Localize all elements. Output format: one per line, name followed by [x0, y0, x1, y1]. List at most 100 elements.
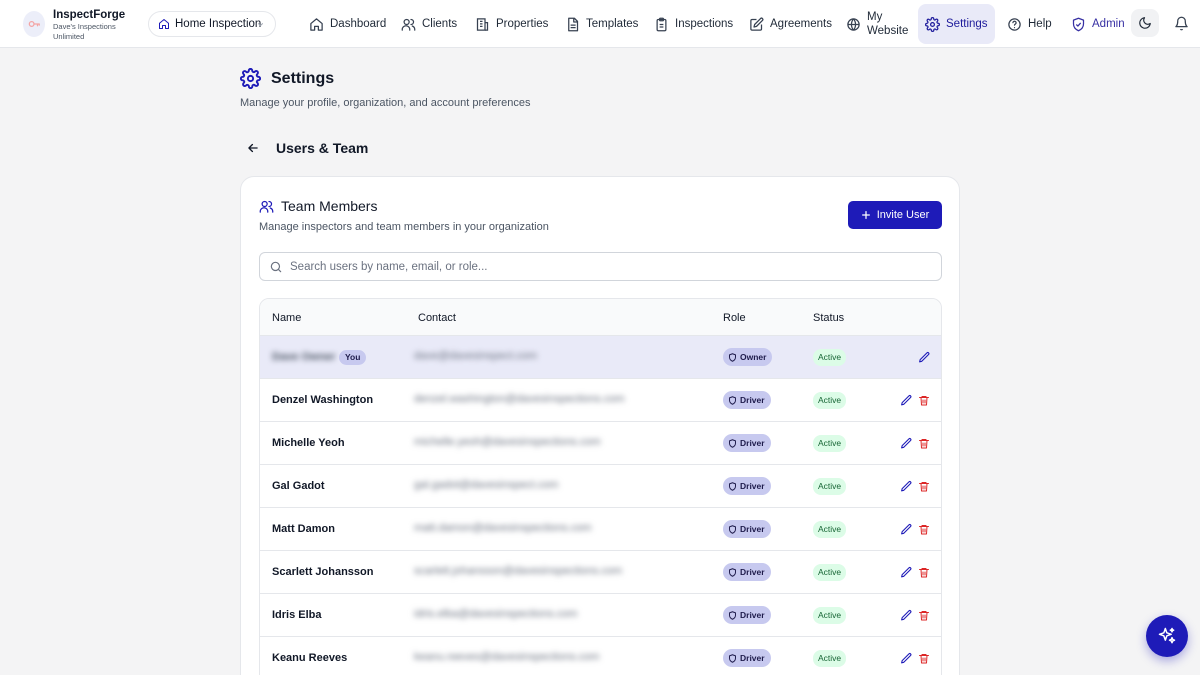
invite-user-button[interactable]: Invite User — [848, 201, 942, 229]
nav-my-website-label: My Website — [867, 11, 909, 37]
role-badge: Driver — [723, 520, 771, 538]
shield-icon — [729, 352, 736, 362]
shield-icon — [729, 653, 736, 663]
delete-button[interactable] — [917, 436, 931, 450]
card-subtitle: Manage inspectors and team members in yo… — [259, 221, 549, 233]
shield-icon — [729, 395, 736, 405]
nav-inspections-label: Inspections — [675, 18, 734, 30]
member-name: Matt Damon — [272, 523, 335, 535]
edit-button[interactable] — [899, 393, 913, 407]
nav-clients[interactable]: Clients — [394, 4, 464, 44]
trash-icon — [919, 610, 929, 620]
member-name: Gal Gadot — [272, 480, 325, 492]
clipboard-icon — [656, 17, 667, 31]
nav-inspections[interactable]: Inspections — [647, 4, 740, 44]
status-badge: Active — [813, 349, 847, 366]
role-label: Owner — [740, 352, 767, 362]
theme-toggle-button[interactable] — [1131, 9, 1159, 37]
card-title: Team Members — [281, 198, 378, 214]
pencil-icon — [900, 394, 911, 405]
role-label: Driver — [740, 524, 765, 534]
column-header-role: Role — [723, 312, 746, 324]
gear-icon — [240, 68, 261, 89]
status-badge: Active — [813, 435, 847, 452]
role-badge: Driver — [723, 563, 771, 581]
role-label: Driver — [740, 653, 765, 663]
shield-icon — [729, 610, 736, 620]
edit-button[interactable] — [899, 608, 913, 622]
nav-properties[interactable]: Properties — [468, 4, 555, 44]
help-circle-icon — [1008, 17, 1021, 31]
nav-templates[interactable]: Templates — [558, 4, 645, 44]
gear-icon — [925, 16, 940, 32]
notifications-button[interactable] — [1167, 9, 1195, 37]
edit-button[interactable] — [899, 565, 913, 579]
nav-settings-label: Settings — [946, 18, 988, 30]
org-name: Dave's Inspections Unlimited — [53, 22, 116, 41]
delete-button[interactable] — [917, 479, 931, 493]
delete-button[interactable] — [917, 651, 931, 665]
ai-assistant-button[interactable] — [1146, 615, 1188, 657]
pencil-icon — [918, 351, 929, 362]
home-icon — [310, 17, 323, 31]
edit-button[interactable] — [899, 522, 913, 536]
table-row: Dave Owner You dave@davesinspect.com Owner A… — [260, 336, 941, 379]
section-title: Users & Team — [276, 140, 369, 156]
nav-clients-label: Clients — [422, 18, 458, 30]
delete-button[interactable] — [917, 393, 931, 407]
status-badge: Active — [813, 392, 847, 409]
bell-icon — [1174, 16, 1188, 30]
edit-button[interactable] — [899, 479, 913, 493]
member-name: Dave Owner — [272, 351, 336, 363]
nav-help[interactable]: Help — [1000, 4, 1059, 44]
table-row: Idris Elba idris.elba@davesinspections.co… — [260, 594, 941, 637]
search-icon — [270, 261, 282, 272]
table-header: Name Contact Role Status — [260, 299, 941, 336]
role-label: Driver — [740, 481, 765, 491]
delete-button[interactable] — [917, 608, 931, 622]
role-label: Driver — [740, 567, 765, 577]
nav-my-website[interactable]: My Website — [839, 4, 915, 44]
column-header-contact: Contact — [418, 312, 456, 324]
table-row: Gal Gadot gal.gadot@davesinspect.com Drive… — [260, 465, 941, 508]
back-button[interactable] — [243, 138, 263, 158]
table-row: Michelle Yeoh michelle.yeoh@davesinspecti… — [260, 422, 941, 465]
role-label: Driver — [740, 438, 765, 448]
shield-icon — [729, 524, 736, 534]
status-badge: Active — [813, 521, 847, 538]
page-header: Settings — [240, 68, 334, 89]
pen-square-icon — [750, 17, 764, 31]
trash-icon — [919, 438, 929, 448]
workspace-select[interactable]: Home Inspection — [148, 11, 276, 37]
delete-button[interactable] — [917, 565, 931, 579]
edit-button[interactable] — [899, 436, 913, 450]
pencil-icon — [900, 523, 911, 534]
top-navigation: InspectForge Dave's Inspections Unlimite… — [0, 0, 1200, 48]
you-badge: You — [339, 350, 367, 365]
trash-icon — [919, 524, 929, 534]
building-icon — [476, 17, 489, 31]
team-members-card: Team Members Manage inspectors and team … — [240, 176, 960, 675]
member-name: Keanu Reeves — [272, 652, 348, 664]
edit-button[interactable] — [917, 350, 931, 364]
nav-admin-label: Admin — [1092, 18, 1125, 30]
logo-icon[interactable] — [23, 11, 45, 37]
nav-agreements[interactable]: Agreements — [742, 4, 839, 44]
delete-button[interactable] — [917, 522, 931, 536]
search-input[interactable] — [290, 260, 910, 273]
nav-settings[interactable]: Settings — [918, 4, 995, 44]
member-contact: michelle.yeoh@davesinspections.com — [414, 436, 601, 448]
nav-admin[interactable]: Admin — [1064, 4, 1132, 44]
role-badge: Owner — [723, 348, 773, 366]
member-contact: gal.gadot@davesinspect.com — [414, 479, 559, 491]
column-header-name: Name — [272, 312, 302, 324]
member-name: Michelle Yeoh — [272, 437, 345, 449]
nav-dashboard[interactable]: Dashboard — [302, 4, 393, 44]
members-table: Name Contact Role Status Dave Owner You da… — [259, 298, 942, 675]
trash-icon — [919, 653, 929, 663]
edit-button[interactable] — [899, 651, 913, 665]
member-contact: idris.elba@davesinspections.com — [414, 608, 578, 620]
nav-help-label: Help — [1028, 18, 1052, 30]
status-badge: Active — [813, 607, 847, 624]
moon-icon — [1139, 17, 1151, 29]
